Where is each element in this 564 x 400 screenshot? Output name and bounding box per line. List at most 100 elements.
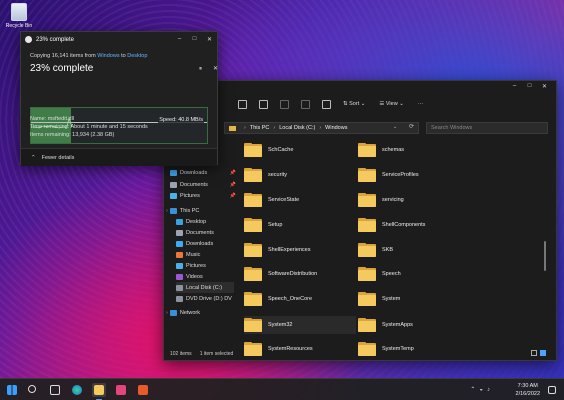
recycle-bin-icon[interactable]: Recycle Bin xyxy=(4,3,34,29)
nav-item-label: Documents xyxy=(180,181,208,188)
nav-item-label: DVD Drive (D:) DV xyxy=(186,295,232,302)
system-tray: ⌃◒♪ xyxy=(470,386,494,393)
nav-item-downloads[interactable]: Downloads xyxy=(176,238,244,249)
folder-name: servicing xyxy=(382,197,404,203)
chevron-right-icon: › xyxy=(319,125,322,131)
nav-item-network[interactable]: › Network xyxy=(166,307,234,318)
folder-item[interactable]: ServiceState xyxy=(244,191,299,209)
details-view-icon[interactable] xyxy=(531,350,537,356)
folder-item[interactable]: schemas xyxy=(358,141,404,159)
folder-name: ShellExperiences xyxy=(268,247,311,253)
nav-item-documents[interactable]: Documents xyxy=(176,227,244,238)
volume-icon[interactable]: ♪ xyxy=(487,387,494,393)
folder-item[interactable]: SchCache xyxy=(244,141,293,159)
folder-item[interactable]: SystemApps xyxy=(358,316,413,334)
nav-item-label: This PC xyxy=(179,207,200,214)
scrollbar[interactable] xyxy=(544,241,546,271)
downloads-icon xyxy=(170,169,177,176)
nav-item-documents-pinned[interactable]: Documents 📌 xyxy=(170,179,238,190)
folder-item[interactable]: ShellComponents xyxy=(358,216,425,234)
folder-item[interactable]: Speech xyxy=(358,265,401,283)
notification-icon[interactable] xyxy=(548,386,556,394)
chevron-right-icon[interactable]: › xyxy=(166,208,168,214)
file-explorer-window: – □ ✕ ⇅ Sort ⌄ ☰ View ⌄ ··· ←→↑ › This P… xyxy=(163,80,557,361)
view-button[interactable]: ☰ View ⌄ xyxy=(379,101,403,107)
refresh-icon[interactable]: ⟳ xyxy=(409,123,414,130)
paste-icon[interactable] xyxy=(259,99,268,109)
selection-count: 1 item selected xyxy=(199,350,234,357)
breadcrumb-windows[interactable]: Windows xyxy=(325,125,347,131)
chevron-right-icon: › xyxy=(244,125,246,131)
videos-icon xyxy=(176,273,183,280)
nav-item-label: Downloads xyxy=(186,240,214,247)
breadcrumb-local-disk[interactable]: Local Disk (C:) xyxy=(279,125,315,131)
nav-item-pictures-pinned[interactable]: Pictures 📌 xyxy=(170,190,238,201)
fewer-details-button[interactable]: ⌃ Fewer details xyxy=(21,148,217,166)
dvd-icon xyxy=(176,295,183,302)
rename-icon[interactable] xyxy=(280,99,289,109)
clock[interactable]: 7:30 AM 2/16/2022 xyxy=(516,382,540,398)
navigation-pane: Downloads 📌 Documents 📌 Pictures 📌 › Thi… xyxy=(164,139,238,346)
close-button[interactable]: ✕ xyxy=(537,83,552,90)
maximize-button[interactable]: □ xyxy=(187,36,202,43)
nav-item-pictures[interactable]: Pictures xyxy=(176,260,244,271)
folder-item[interactable]: ServiceProfiles xyxy=(358,166,419,184)
chevron-down-icon[interactable]: ⌄ xyxy=(393,124,397,130)
minimize-button[interactable]: – xyxy=(507,83,522,90)
chevron-right-icon[interactable]: › xyxy=(166,310,168,316)
sort-button[interactable]: ⇅ Sort ⌄ xyxy=(343,101,365,107)
copy-progress-dialog: 23% complete – □ ✕ Copying 16,141 items … xyxy=(20,31,218,166)
large-icons-view-icon[interactable] xyxy=(540,350,546,356)
close-button[interactable]: ✕ xyxy=(202,36,217,43)
nav-item-local-disk[interactable]: Local Disk (C:) xyxy=(176,282,234,293)
folder-item[interactable]: Setup xyxy=(244,216,282,234)
minimize-button[interactable]: – xyxy=(172,36,187,43)
desktop-icon xyxy=(176,218,183,225)
folder-item[interactable]: ShellExperiences xyxy=(244,241,311,259)
folder-item[interactable]: System32 xyxy=(244,316,356,334)
media-button[interactable] xyxy=(136,383,150,397)
breadcrumb-this-pc[interactable]: This PC xyxy=(250,125,270,131)
network-tray-icon[interactable]: ◒ xyxy=(479,387,487,393)
folder-name: Setup xyxy=(268,222,283,228)
nav-item-this-pc[interactable]: › This PC xyxy=(166,205,234,216)
nav-item-music[interactable]: Music xyxy=(176,249,244,260)
taskbar: ⌃◒♪ 7:30 AM 2/16/2022 xyxy=(0,378,564,400)
maximize-button[interactable]: □ xyxy=(522,83,537,90)
folder-item[interactable]: SoftwareDistribution xyxy=(244,265,317,283)
nav-item-dvd-drive[interactable]: DVD Drive (D:) DV xyxy=(176,293,234,304)
start-button[interactable] xyxy=(5,383,19,397)
edge-button[interactable] xyxy=(70,383,84,397)
delete-icon[interactable] xyxy=(322,99,331,109)
address-bar[interactable]: › This PC › Local Disk (C:) › Windows xyxy=(224,122,419,134)
pause-icon[interactable]: ⏸ xyxy=(199,66,202,73)
edge-icon xyxy=(72,385,82,395)
folder-item[interactable]: servicing xyxy=(358,191,404,209)
folder-item[interactable]: security xyxy=(244,166,287,184)
source-link[interactable]: Windows xyxy=(97,53,119,59)
nav-item-label: Network xyxy=(179,309,201,316)
share-icon[interactable] xyxy=(301,99,310,109)
pin-icon: 📌 xyxy=(229,192,236,199)
folder-item[interactable]: System xyxy=(358,290,400,308)
view-toggles xyxy=(531,350,546,356)
search-button[interactable] xyxy=(26,383,40,397)
folder-icon xyxy=(244,292,262,306)
folder-name: System32 xyxy=(268,322,293,328)
search-input[interactable]: Search Windows xyxy=(426,122,548,134)
nav-item-desktop[interactable]: Desktop xyxy=(176,216,244,227)
file-explorer-taskbar-button[interactable] xyxy=(92,383,106,400)
cancel-icon[interactable]: ✕ xyxy=(213,65,218,72)
destination-link[interactable]: Desktop xyxy=(127,53,147,59)
folder-name: SKB xyxy=(382,247,394,253)
more-options-icon[interactable]: ··· xyxy=(418,101,424,107)
search-icon xyxy=(28,385,36,393)
copy-icon[interactable] xyxy=(238,99,247,109)
downloads-icon xyxy=(176,240,183,247)
nav-item-downloads-pinned[interactable]: Downloads 📌 xyxy=(170,167,238,178)
folder-item[interactable]: Speech_OneCore xyxy=(244,290,312,308)
store-button[interactable] xyxy=(114,383,128,397)
nav-item-videos[interactable]: Videos xyxy=(176,271,244,282)
task-view-button[interactable] xyxy=(48,383,62,397)
folder-item[interactable]: SKB xyxy=(358,241,393,259)
